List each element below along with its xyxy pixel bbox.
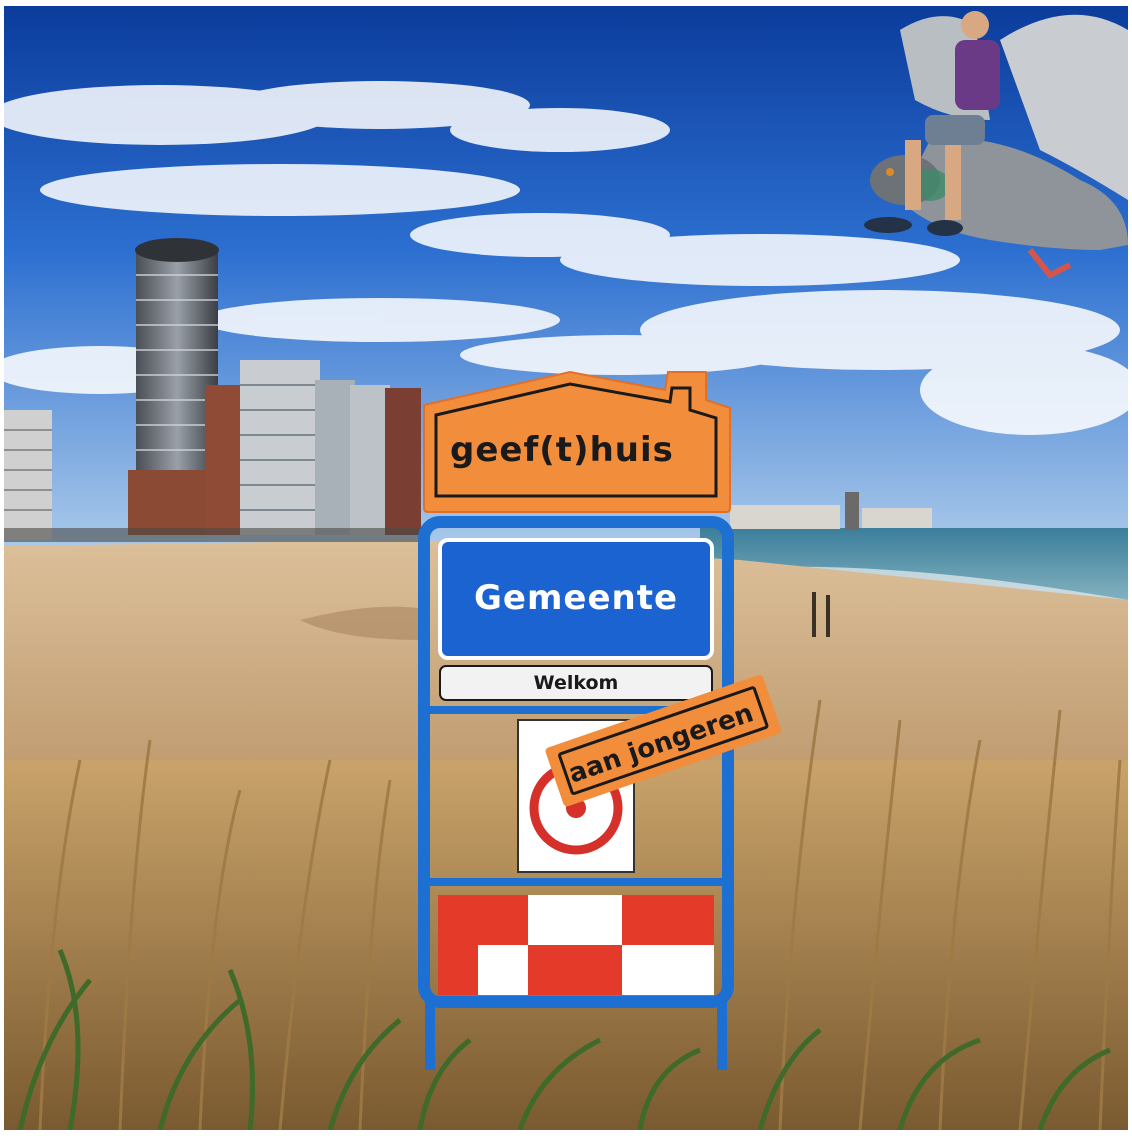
scene: geef(t)huis Gemeente Welkom aan jongeren — [0, 0, 1132, 1134]
barrier-stripes — [438, 895, 714, 995]
logo-text: geef(t)huis — [450, 430, 674, 470]
gemeente-label: Gemeente — [473, 578, 679, 618]
welkom-label: Welkom — [533, 672, 619, 694]
photo-collage — [0, 2, 1132, 1134]
